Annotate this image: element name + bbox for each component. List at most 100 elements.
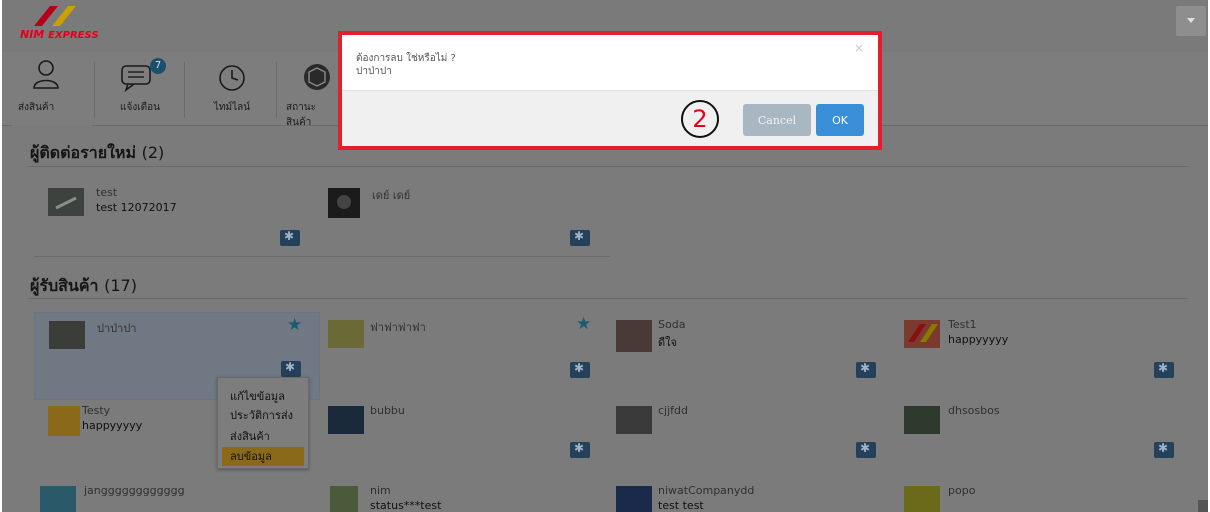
favorite-star-icon[interactable]: ★ <box>287 315 302 335</box>
receiver-card[interactable]: popo <box>900 478 1180 512</box>
section-divider <box>28 298 1188 299</box>
menu-item-send[interactable]: ส่งสินค้า <box>222 427 304 446</box>
section-title-text: ผู้รับสินค้า <box>30 276 99 295</box>
nav-send-goods[interactable]: ส่งสินค้า <box>12 52 92 126</box>
receiver-card[interactable]: Test1 happyyyyy <box>900 312 1180 394</box>
close-icon[interactable]: × <box>854 41 864 55</box>
new-contacts-heading: ผู้ติดต่อรายใหม่ (2) <box>30 141 164 166</box>
section-divider <box>28 166 1188 167</box>
avatar <box>328 406 364 434</box>
receiver-status: happyyyyy <box>948 333 1009 346</box>
contact-card[interactable]: test test 12072017 <box>34 180 320 262</box>
settings-gear-icon[interactable] <box>570 361 590 378</box>
settings-gear-icon[interactable] <box>856 361 876 378</box>
receiver-name: nim <box>370 484 391 497</box>
receiver-status: test test <box>658 499 704 512</box>
nav-notifications[interactable]: 7 แจ้งเตือน <box>100 52 180 126</box>
settings-gear-icon[interactable] <box>281 360 301 377</box>
account-dropdown-button[interactable] <box>1176 6 1206 36</box>
settings-gear-icon[interactable] <box>1154 441 1174 458</box>
settings-gear-icon[interactable] <box>570 229 590 246</box>
contact-name: เดย์ เดย์ <box>372 189 411 202</box>
nav-label: แจ้งเตือน <box>120 102 160 113</box>
receiver-name: Testy <box>82 404 111 417</box>
main-content: ผู้ติดต่อรายใหม่ (2) test test 12072017 … <box>2 126 1208 512</box>
contact-status: test 12072017 <box>96 201 177 214</box>
avatar <box>49 321 85 349</box>
scrollbar[interactable] <box>1198 500 1208 512</box>
nav-divider <box>276 62 277 118</box>
receiver-name: ฟาฟาฟาฟา <box>370 321 426 334</box>
nav-divider <box>94 62 95 118</box>
dialog-body: ต้องการลบ ใช่หรือไม่ ? ปาป่าปา × <box>342 35 878 90</box>
settings-gear-icon[interactable] <box>1154 361 1174 378</box>
settings-gear-icon[interactable] <box>856 441 876 458</box>
nim-express-logo[interactable]: NIM EXPRESS <box>12 4 120 48</box>
avatar <box>616 406 652 434</box>
receiver-card[interactable]: nim status***test <box>322 478 608 512</box>
receivers-heading: ผู้รับสินค้า (17) <box>30 274 137 299</box>
nav-timeline[interactable]: ไทม์ไลน์ <box>192 52 272 126</box>
delete-confirm-dialog: ต้องการลบ ใช่หรือไม่ ? ปาป่าปา × 2 Cance… <box>338 31 882 150</box>
avatar <box>904 320 940 348</box>
logo-text: NIM EXPRESS <box>20 28 99 41</box>
receiver-name: ปาป่าปา <box>97 322 137 335</box>
avatar <box>904 406 940 434</box>
avatar <box>330 486 358 512</box>
avatar-image <box>55 196 77 210</box>
cancel-button[interactable]: Cancel <box>743 104 811 136</box>
avatar <box>48 188 84 216</box>
section-count: (17) <box>104 276 137 295</box>
avatar <box>616 486 652 512</box>
receiver-name: niwatCompanydd <box>658 484 755 497</box>
menu-item-delete[interactable]: ลบข้อมูล <box>222 447 304 466</box>
step-number-annotation: 2 <box>681 100 719 138</box>
section-divider <box>34 256 610 257</box>
avatar <box>40 486 76 512</box>
clock-icon <box>219 65 245 91</box>
receiver-status: happyyyyy <box>82 419 143 432</box>
contact-name: test <box>96 186 118 199</box>
receiver-card[interactable]: bubbu <box>322 398 608 480</box>
nav-label: ส่งสินค้า <box>18 102 55 113</box>
settings-gear-icon[interactable] <box>570 441 590 458</box>
logo-mark-icon <box>34 6 76 26</box>
receiver-card[interactable]: Soda ดีใจ <box>610 312 896 394</box>
menu-item-edit[interactable]: แก้ไขข้อมูล <box>222 387 304 406</box>
nav-label: ไทม์ไลน์ <box>213 102 251 113</box>
contact-context-menu: แก้ไขข้อมูล ประวัติการส่ง ส่งสินค้า ลบข้… <box>217 377 309 469</box>
menu-item-history[interactable]: ประวัติการส่ง <box>222 406 304 425</box>
contact-card[interactable]: เดย์ เดย์ <box>322 180 608 262</box>
notification-badge: 7 <box>150 58 166 74</box>
section-title-text: ผู้ติดต่อรายใหม่ <box>30 143 137 162</box>
receiver-card[interactable]: cjjfdd <box>610 398 896 480</box>
receiver-name: Test1 <box>948 318 977 331</box>
avatar <box>328 320 364 348</box>
favorite-star-icon[interactable]: ★ <box>576 314 591 334</box>
user-icon <box>33 60 59 89</box>
receiver-name: popo <box>948 484 976 497</box>
avatar-image <box>337 195 351 209</box>
receiver-status: ดีใจ <box>658 336 677 349</box>
receiver-name: bubbu <box>370 404 405 417</box>
receiver-card[interactable]: dhsosbos <box>900 398 1180 480</box>
receiver-card[interactable]: ฟาฟาฟาฟา ★ <box>322 312 608 394</box>
ok-button[interactable]: OK <box>816 104 864 136</box>
logo-name: NIM <box>20 28 45 41</box>
dialog-subject: ปาป่าปา <box>356 66 392 77</box>
section-count: (2) <box>141 143 165 162</box>
avatar <box>328 188 360 218</box>
receiver-name: jangggggggggggg <box>84 484 185 497</box>
avatar-image <box>908 324 938 342</box>
receiver-card[interactable]: niwatCompanydd test test <box>610 478 896 512</box>
dialog-footer: 2 Cancel OK <box>342 90 878 146</box>
receiver-card[interactable]: jangggggggggggg <box>34 478 320 512</box>
receiver-name: dhsosbos <box>948 404 1000 417</box>
package-icon <box>304 64 330 90</box>
avatar <box>616 320 652 352</box>
settings-gear-icon[interactable] <box>280 229 300 246</box>
logo-sub: EXPRESS <box>48 30 99 41</box>
nav-goods-status[interactable]: สถานะสินค้า <box>280 52 340 128</box>
receiver-status: status***test <box>370 499 442 512</box>
nav-divider <box>184 62 185 118</box>
